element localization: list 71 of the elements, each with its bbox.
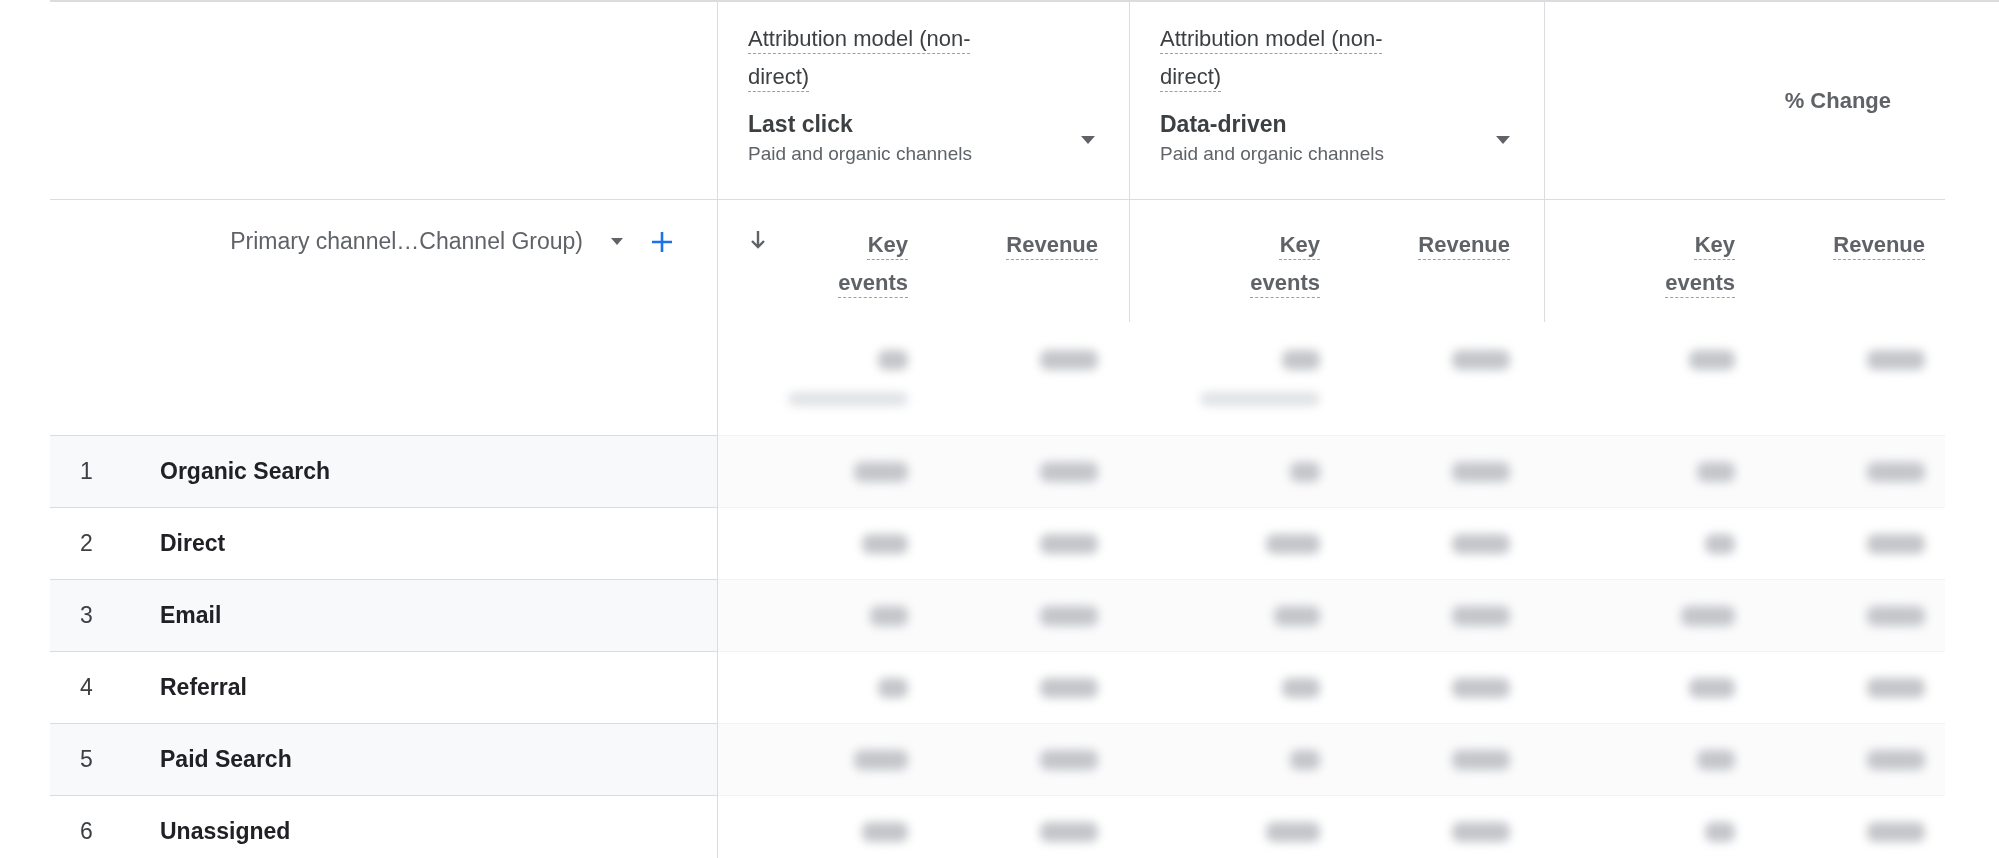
metric-header[interactable]: Key events <box>1230 226 1320 302</box>
model-dropdown[interactable]: Last click Paid and organic channels <box>748 108 1097 168</box>
metric-header[interactable]: Key events <box>818 226 908 302</box>
blurred-value <box>1266 533 1320 554</box>
blurred-value <box>1040 350 1098 370</box>
blurred-value <box>1867 350 1925 370</box>
sort-arrow-icon[interactable] <box>750 230 766 250</box>
channel-name: Email <box>160 602 222 629</box>
blurred-value <box>870 605 908 626</box>
column-group-title: Attribution model (non-direct) <box>748 25 972 91</box>
blurred-value <box>1266 821 1320 842</box>
metric-header[interactable]: Revenue <box>1833 226 1925 264</box>
blurred-value <box>1689 677 1735 698</box>
blurred-value <box>1452 677 1510 698</box>
blurred-value <box>1282 350 1320 370</box>
column-group-title: Attribution model (non-direct) <box>1160 25 1384 91</box>
blurred-value <box>1282 677 1320 698</box>
blurred-value <box>878 350 908 370</box>
row-number: 1 <box>79 458 94 485</box>
blurred-value <box>1274 605 1320 626</box>
channel-name: Paid Search <box>160 746 292 773</box>
channel-name: Unassigned <box>160 818 291 845</box>
dimension-dropdown[interactable]: Primary channel…Channel Group) <box>230 228 623 255</box>
row-number: 6 <box>79 818 94 845</box>
blurred-value <box>1867 533 1925 554</box>
blurred-value <box>1867 821 1925 842</box>
channel-name: Referral <box>160 674 247 701</box>
blurred-value <box>1040 605 1098 626</box>
blurred-value <box>1452 350 1510 370</box>
blurred-value <box>1452 821 1510 842</box>
caret-icon <box>611 238 623 245</box>
blurred-value <box>1705 821 1735 842</box>
caret-icon <box>1496 136 1510 144</box>
metric-header[interactable]: Key events <box>1645 226 1735 302</box>
blurred-value <box>1689 350 1735 370</box>
blurred-value <box>1040 749 1098 770</box>
blurred-value <box>1452 533 1510 554</box>
blurred-value <box>1040 677 1098 698</box>
blurred-value <box>1697 749 1735 770</box>
blurred-value <box>854 461 908 482</box>
blurred-value <box>878 677 908 698</box>
blurred-value <box>1040 821 1098 842</box>
blurred-value <box>1452 605 1510 626</box>
channel-name: Organic Search <box>160 458 331 485</box>
caret-icon <box>1081 136 1095 144</box>
blurred-value <box>1452 749 1510 770</box>
blurred-value <box>1705 533 1735 554</box>
row-number: 4 <box>79 674 94 701</box>
row-number: 2 <box>79 530 94 557</box>
blurred-value <box>1290 749 1320 770</box>
metric-header[interactable]: Revenue <box>1418 226 1510 264</box>
blurred-value <box>1040 461 1098 482</box>
blurred-value <box>1290 461 1320 482</box>
blurred-value <box>1867 605 1925 626</box>
blurred-value <box>1040 533 1098 554</box>
row-number: 3 <box>79 602 94 629</box>
blurred-value <box>862 533 908 554</box>
blurred-value <box>1867 677 1925 698</box>
metric-header[interactable]: Revenue <box>1006 226 1098 264</box>
blurred-value <box>1452 461 1510 482</box>
add-icon[interactable] <box>651 231 673 253</box>
blurred-value <box>1681 605 1735 626</box>
blurred-value <box>1697 461 1735 482</box>
blurred-value <box>862 821 908 842</box>
blurred-value <box>854 749 908 770</box>
model-dropdown[interactable]: Data-driven Paid and organic channels <box>1160 108 1512 168</box>
blurred-value <box>1867 461 1925 482</box>
row-number: 5 <box>79 746 94 773</box>
channel-name: Direct <box>160 530 226 557</box>
blurred-value <box>1867 749 1925 770</box>
column-group-title: % Change <box>1784 87 1891 114</box>
